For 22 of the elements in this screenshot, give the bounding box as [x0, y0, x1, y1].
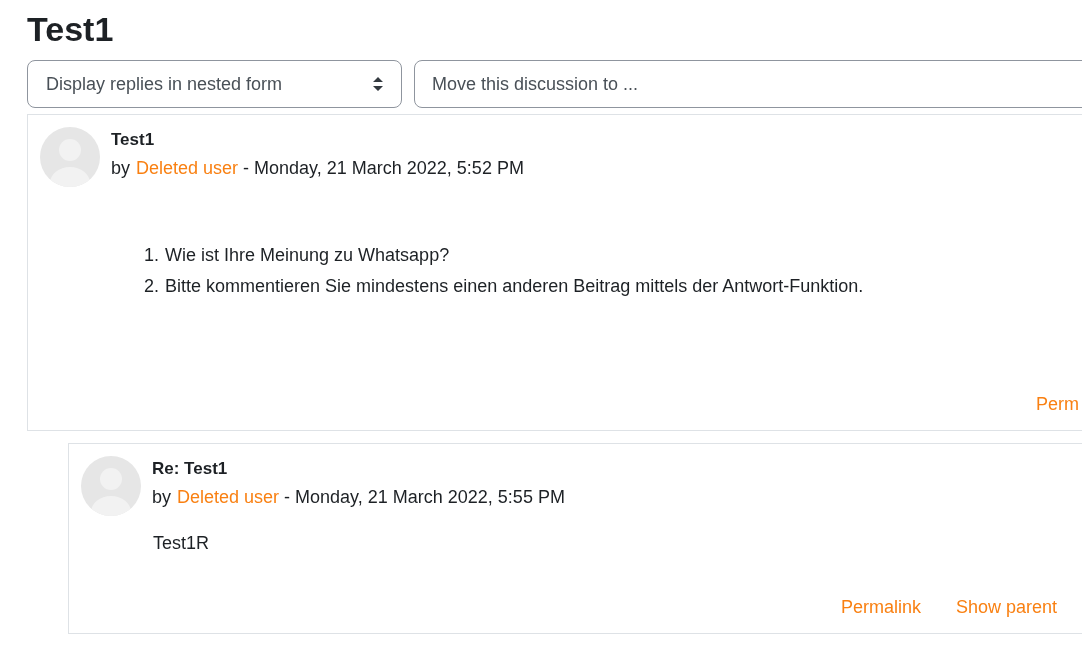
byline-text: by: [152, 486, 171, 509]
post-action-link[interactable]: Show parent: [955, 594, 1057, 621]
post-action-link[interactable]: Perm: [1036, 391, 1079, 418]
post-date: - Monday, 21 March 2022, 5:55 PM: [283, 486, 565, 509]
post-body-text: Test1R: [153, 532, 210, 555]
avatar-icon: [40, 127, 100, 187]
list-number: 2.: [144, 275, 159, 298]
byline-text: by: [111, 157, 130, 180]
post-body-text: Bitte kommentieren Sie mindestens einen anderen Beitrag mittels der Antwort-Funktion.: [165, 275, 864, 298]
page-title: Test1: [27, 9, 115, 50]
post-subject: Test1: [111, 129, 156, 151]
post-action-link[interactable]: Permalink: [840, 594, 921, 621]
avatar-icon: [81, 456, 141, 516]
author-link[interactable]: Deleted user: [177, 482, 280, 512]
list-number: 1.: [144, 244, 159, 267]
author-link[interactable]: Deleted user: [136, 153, 239, 183]
sort-caret-icon: [373, 77, 383, 91]
post-body-text: Wie ist Ihre Meinung zu Whatsapp?: [165, 244, 450, 267]
move-discussion-field[interactable]: Move this discussion to ...: [414, 60, 1082, 108]
post-subject: Re: Test1: [152, 458, 229, 480]
display-mode-select[interactable]: Display replies in nested form: [27, 60, 402, 108]
post-date: - Monday, 21 March 2022, 5:52 PM: [242, 157, 524, 180]
